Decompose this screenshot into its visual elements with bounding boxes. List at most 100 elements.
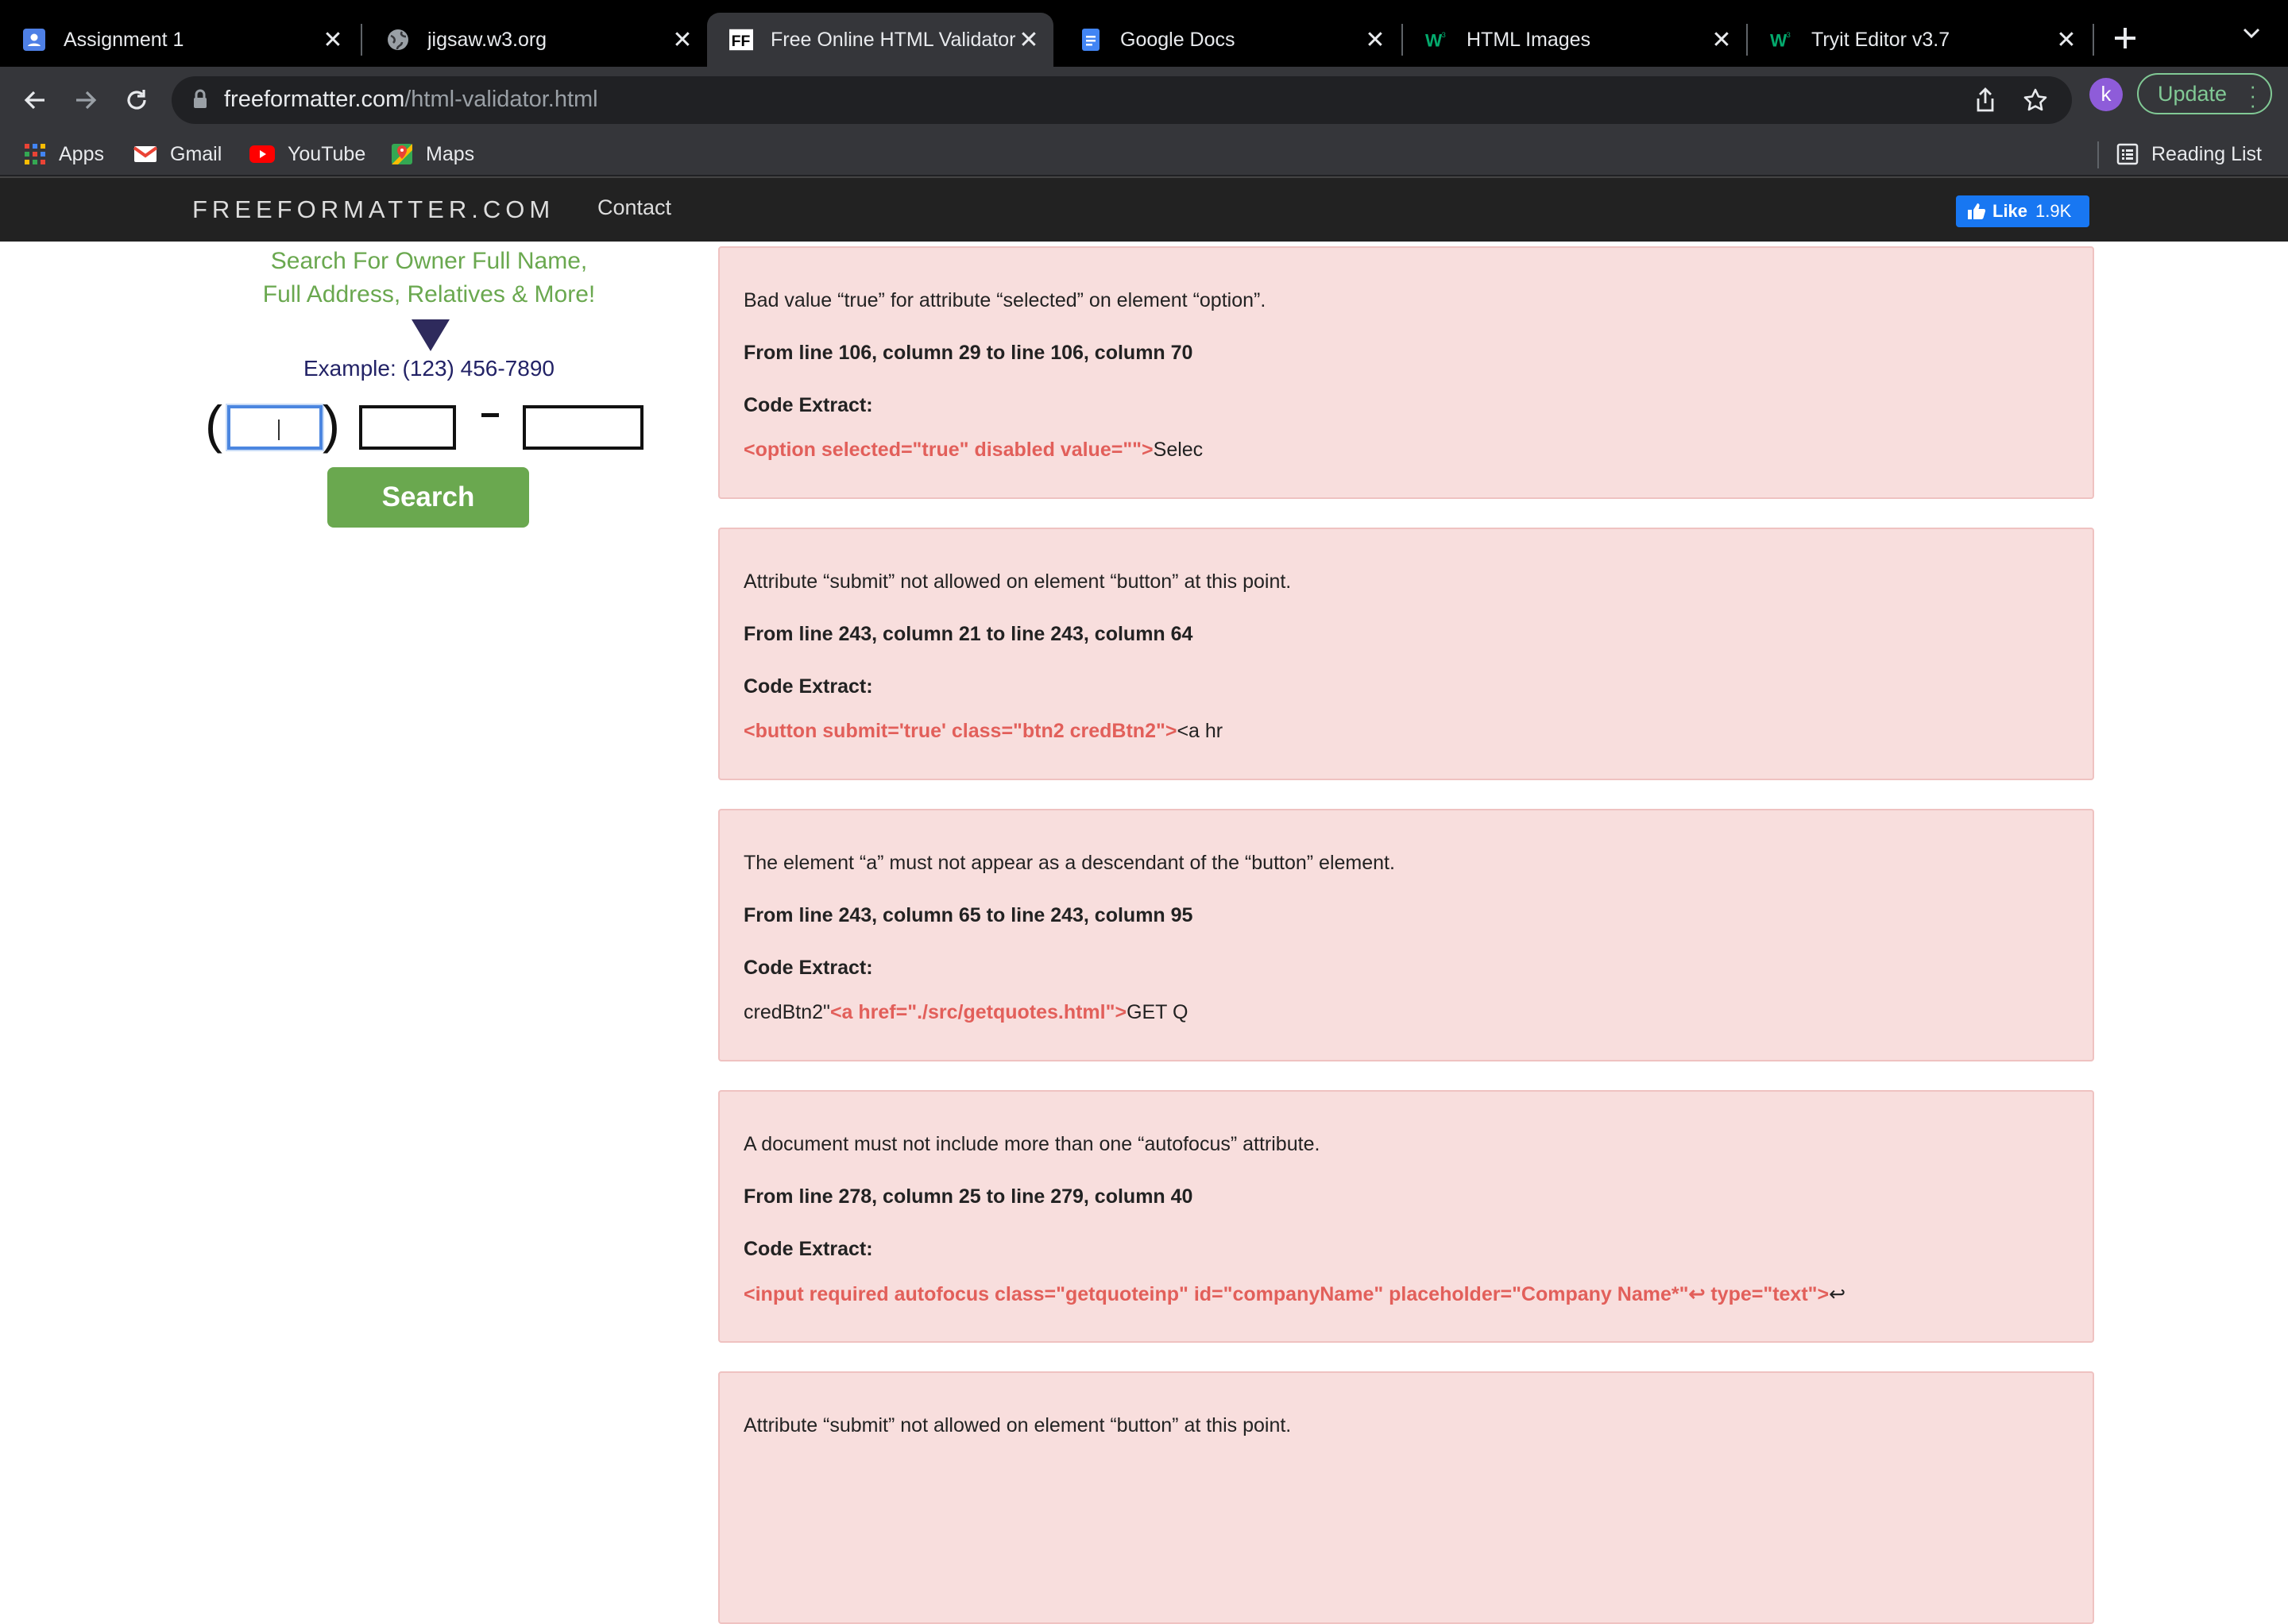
back-button[interactable] bbox=[16, 81, 54, 119]
browser-toolbar: freeformatter.com/html-validator.html k … bbox=[0, 67, 2288, 133]
bookmark-youtube[interactable]: YouTube bbox=[249, 140, 365, 168]
ad-search-button[interactable]: Search bbox=[327, 467, 529, 528]
reading-list-label: Reading List bbox=[2151, 142, 2262, 165]
svg-text:3: 3 bbox=[1442, 31, 1446, 39]
bookmark-label: Gmail bbox=[170, 142, 222, 165]
lock-icon bbox=[192, 89, 208, 114]
code-context: Selec bbox=[1153, 439, 1204, 461]
maps-icon bbox=[391, 143, 413, 165]
chevron-down-icon bbox=[2243, 28, 2260, 39]
code-extract-label: Code Extract: bbox=[744, 675, 873, 698]
code-highlight: <a href="./src/getquotes.html"> bbox=[829, 1001, 1127, 1023]
bookmarks-separator bbox=[2097, 141, 2099, 168]
tab-close-button[interactable]: ✕ bbox=[321, 26, 345, 54]
tab-title: Tryit Editor v3.7 bbox=[1811, 28, 1950, 51]
site-brand-link[interactable]: FREEFORMATTER.COM bbox=[192, 195, 555, 224]
code-extract: <input required autofocus class="getquot… bbox=[744, 1282, 1845, 1306]
code-context: ↩ bbox=[1829, 1283, 1846, 1305]
tab-title: Google Docs bbox=[1120, 28, 1235, 51]
code-context: credBtn2" bbox=[744, 1001, 830, 1023]
error-message: The element “a” must not appear as a des… bbox=[744, 852, 1395, 874]
phone-line-input[interactable] bbox=[523, 405, 644, 450]
tab-strip: Assignment 1 ✕ jigsaw.w3.org ✕ FF Free O… bbox=[0, 0, 2288, 67]
error-card: A document must not include more than on… bbox=[718, 1090, 2094, 1343]
new-tab-button[interactable] bbox=[2113, 19, 2137, 59]
error-card: Attribute “submit” not allowed on elemen… bbox=[718, 528, 2094, 780]
url-path: /html-validator.html bbox=[404, 87, 598, 112]
address-bar[interactable]: freeformatter.com/html-validator.html bbox=[172, 76, 2072, 124]
facebook-like-button[interactable]: Like 1.9K bbox=[1956, 195, 2089, 227]
thumbs-up-icon bbox=[1968, 203, 1986, 219]
bookmark-label: Apps bbox=[59, 142, 104, 165]
reading-list-button[interactable]: Reading List bbox=[2116, 140, 2262, 168]
svg-text:W: W bbox=[1770, 30, 1788, 50]
svg-text:W: W bbox=[1425, 30, 1443, 50]
open-paren: ( bbox=[205, 395, 222, 454]
tab-tryit-editor[interactable]: W3 Tryit Editor v3.7 ✕ bbox=[1748, 13, 2091, 67]
phone-prefix-input[interactable] bbox=[359, 405, 456, 450]
gmail-icon bbox=[133, 145, 157, 164]
w3-icon: W3 bbox=[1770, 28, 1794, 52]
code-highlight: <input required autofocus class="getquot… bbox=[744, 1283, 1830, 1305]
nav-contact-link[interactable]: Contact bbox=[597, 195, 671, 220]
error-location: From line 243, column 65 to line 243, co… bbox=[744, 904, 1193, 926]
tab-free-online-html-validator[interactable]: FF Free Online HTML Validator ✕ bbox=[707, 13, 1053, 67]
tab-search-button[interactable] bbox=[2240, 22, 2263, 48]
code-extract-label: Code Extract: bbox=[744, 957, 873, 979]
fb-like-label: Like bbox=[1992, 201, 2028, 221]
plus-icon bbox=[2115, 28, 2135, 48]
update-button[interactable]: Update · · · bbox=[2137, 73, 2272, 117]
tab-close-button[interactable]: ✕ bbox=[1710, 26, 1733, 54]
error-location: From line 243, column 21 to line 243, co… bbox=[744, 623, 1193, 645]
person-badge-icon bbox=[22, 28, 46, 52]
error-card: Attribute “submit” not allowed on elemen… bbox=[718, 1371, 2094, 1624]
docs-icon bbox=[1079, 28, 1103, 52]
bookmark-star-icon[interactable] bbox=[2023, 87, 2048, 117]
code-extract: <option selected="true" disabled value="… bbox=[744, 439, 1203, 462]
error-card: Bad value “true” for attribute “selected… bbox=[718, 246, 2094, 499]
tab-close-button[interactable]: ✕ bbox=[1363, 26, 1387, 54]
bookmark-apps[interactable]: Apps bbox=[24, 140, 104, 168]
kebab-menu-icon: · · · bbox=[2249, 74, 2256, 117]
error-card: The element “a” must not appear as a des… bbox=[718, 809, 2094, 1061]
globe-icon bbox=[386, 28, 410, 52]
tab-google-docs[interactable]: Google Docs ✕ bbox=[1057, 13, 1400, 67]
area-code-input[interactable] bbox=[227, 405, 323, 450]
bookmark-label: Maps bbox=[426, 142, 475, 165]
tab-close-button[interactable]: ✕ bbox=[1017, 26, 1041, 54]
w3-icon: W3 bbox=[1425, 28, 1449, 52]
tab-title: Assignment 1 bbox=[64, 28, 184, 51]
code-extract-label: Code Extract: bbox=[744, 1238, 873, 1260]
down-arrow-icon bbox=[412, 319, 450, 351]
tab-title: Free Online HTML Validator bbox=[771, 28, 1016, 51]
fb-like-count: 1.9K bbox=[2035, 201, 2072, 221]
close-paren: ) bbox=[323, 395, 340, 454]
code-highlight: <option selected="true" disabled value="… bbox=[744, 439, 1154, 461]
arrow-left-icon bbox=[24, 91, 44, 110]
svg-text:FF: FF bbox=[732, 33, 751, 50]
profile-avatar[interactable]: k bbox=[2089, 78, 2123, 111]
forward-button[interactable] bbox=[67, 81, 105, 119]
error-message: A document must not include more than on… bbox=[744, 1133, 1320, 1155]
tab-separator bbox=[361, 24, 362, 56]
tab-assignment-1[interactable]: Assignment 1 ✕ bbox=[0, 13, 358, 67]
code-context: <a hr bbox=[1177, 720, 1223, 742]
update-label: Update bbox=[2158, 81, 2228, 106]
tab-jigsaw[interactable]: jigsaw.w3.org ✕ bbox=[364, 13, 707, 67]
bookmark-maps[interactable]: Maps bbox=[391, 140, 474, 168]
reload-icon bbox=[127, 90, 146, 110]
code-extract: <button submit='true' class="btn2 credBt… bbox=[744, 720, 1223, 743]
error-location: From line 278, column 25 to line 279, co… bbox=[744, 1185, 1193, 1208]
bookmark-label: YouTube bbox=[288, 142, 366, 165]
code-extract: credBtn2"<a href="./src/getquotes.html">… bbox=[744, 1001, 1188, 1024]
bookmark-gmail[interactable]: Gmail bbox=[133, 140, 222, 168]
share-icon[interactable] bbox=[1973, 87, 1997, 117]
tab-html-images[interactable]: W3 HTML Images ✕ bbox=[1403, 13, 1746, 67]
reload-button[interactable] bbox=[118, 81, 156, 119]
ff-logo-icon: FF bbox=[729, 28, 753, 52]
reading-list-icon bbox=[2116, 143, 2139, 165]
error-location: From line 106, column 29 to line 106, co… bbox=[744, 342, 1193, 364]
tab-close-button[interactable]: ✕ bbox=[671, 26, 694, 54]
tab-close-button[interactable]: ✕ bbox=[2054, 26, 2078, 54]
people-search-ad: Search For Owner Full Name, Full Address… bbox=[0, 240, 715, 558]
